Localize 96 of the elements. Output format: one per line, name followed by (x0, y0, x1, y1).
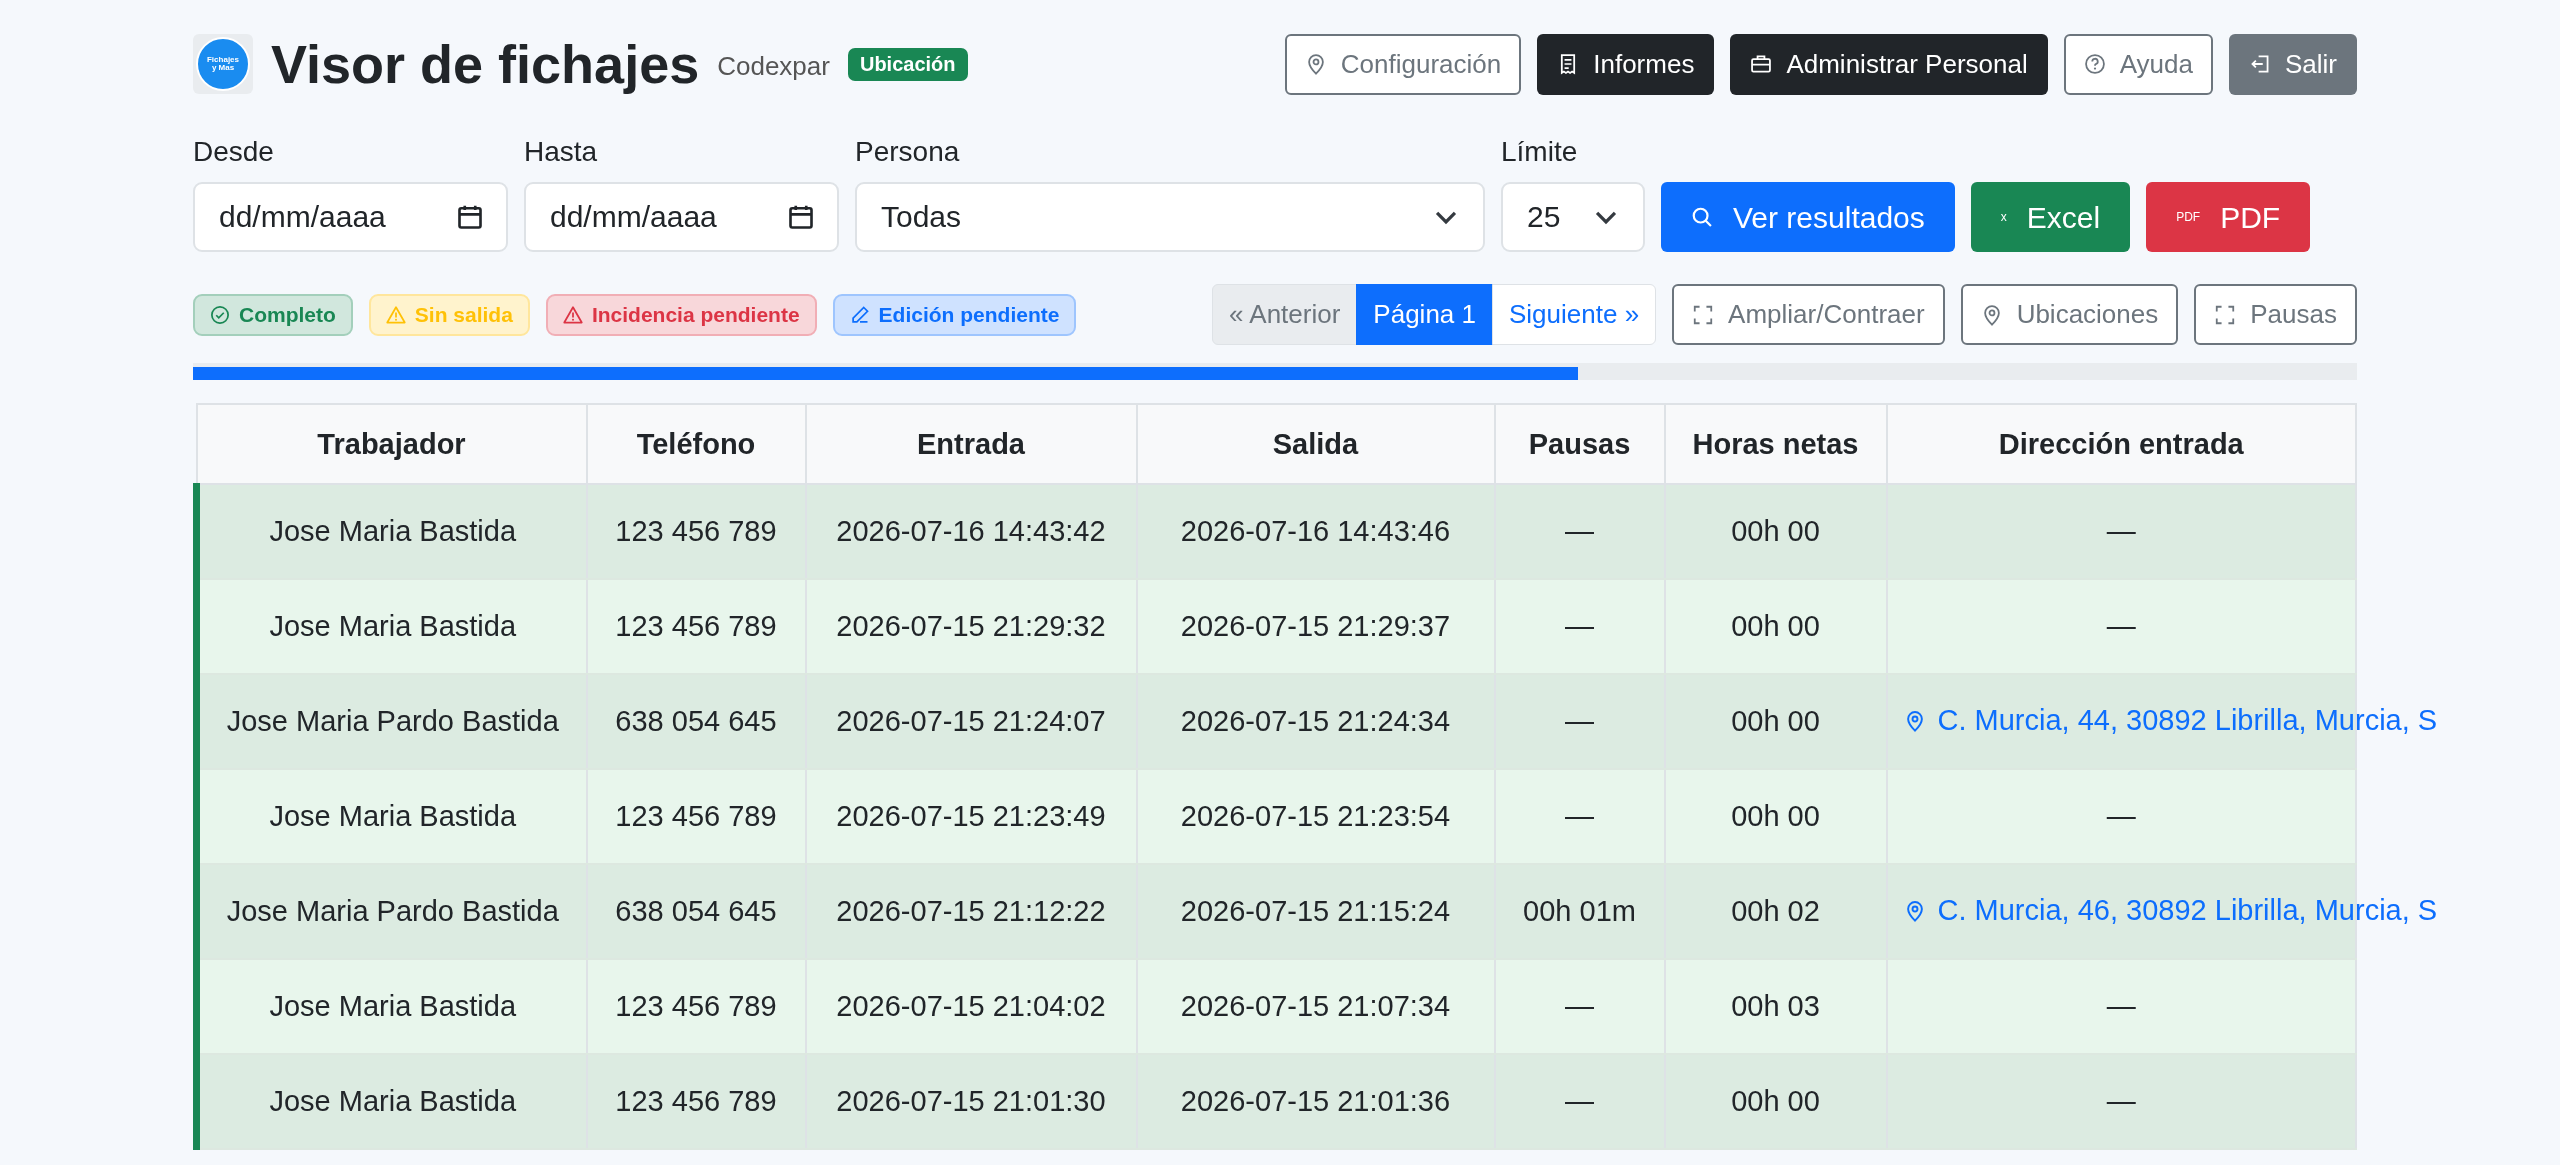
status-legend-badge: Incidencia pendiente (545, 293, 817, 336)
entry-time: 2026-07-15 21:29:32 (805, 579, 1137, 674)
phone-number: 123 456 789 (586, 1054, 806, 1149)
entry-time: 2026-07-15 21:04:02 (805, 959, 1137, 1054)
warning-icon (562, 304, 583, 325)
field-label: Hasta (524, 136, 599, 168)
net-hours: 00h 02 (1664, 864, 1887, 959)
column-header: Entrada (805, 404, 1137, 484)
location-badge: Ubicación (847, 47, 968, 81)
entry-time: 2026-07-15 21:24:07 (805, 674, 1137, 769)
calendar-icon[interactable] (456, 203, 484, 231)
person-select[interactable]: Todas (855, 182, 1485, 252)
field-label: Desde (193, 136, 275, 168)
entry-time: 2026-07-15 21:01:30 (805, 1054, 1137, 1149)
status-legend-badge: Completo (193, 293, 353, 336)
worker-name: Jose Maria Bastida (196, 769, 587, 864)
pencil-icon (849, 304, 870, 325)
pause-duration: — (1494, 1054, 1665, 1149)
nav-button[interactable]: Administrar Personal (1730, 33, 2048, 95)
check-circle-icon (210, 304, 230, 325)
entry-time: 2026-07-15 21:23:49 (805, 769, 1137, 864)
search-icon (1691, 206, 1713, 228)
tool-button[interactable]: Ubicaciones (1960, 284, 2179, 345)
exit-time: 2026-07-15 21:29:37 (1136, 579, 1495, 674)
action-button[interactable]: x Excel (1970, 182, 2131, 252)
date-field[interactable]: dd/mm/aaaa (524, 182, 839, 252)
briefcase-icon (1750, 53, 1773, 75)
worker-name: Jose Maria Bastida (196, 579, 587, 674)
entry-time: 2026-07-16 14:43:42 (805, 484, 1137, 579)
pause-duration: — (1494, 484, 1665, 579)
net-hours: 00h 00 (1664, 579, 1887, 674)
action-button[interactable]: PDF PDF (2146, 182, 2311, 252)
exit-time: 2026-07-15 21:01:36 (1136, 1054, 1495, 1149)
entry-address: — (1886, 959, 2356, 1054)
column-header: Salida (1136, 404, 1495, 484)
pause-duration: — (1494, 769, 1665, 864)
nav-button[interactable]: Configuración (1284, 33, 1522, 95)
worker-name: Jose Maria Pardo Bastida (196, 674, 587, 769)
net-hours: 00h 00 (1664, 769, 1887, 864)
exit-time: 2026-07-15 21:07:34 (1136, 959, 1495, 1054)
pause-duration: — (1494, 579, 1665, 674)
column-header: Dirección entrada (1886, 404, 2356, 484)
address-link[interactable]: C. Murcia, 46, 30892 Librilla, Murcia, S (1903, 894, 2438, 928)
action-button[interactable]: Ver resultados (1661, 182, 1955, 252)
entry-address: — (1886, 484, 2356, 579)
status-legend-badge: Sin salida (368, 293, 530, 336)
date-field[interactable]: dd/mm/aaaa (193, 182, 508, 252)
entry-address: — (1886, 579, 2356, 674)
exit-time: 2026-07-15 21:15:24 (1136, 864, 1495, 959)
logo-text: Fichajes y Mas (206, 56, 240, 72)
entry-time: 2026-07-15 21:12:22 (805, 864, 1137, 959)
exit-icon (2249, 53, 2271, 75)
limit-select[interactable]: 25 (1501, 182, 1645, 252)
company-name: Codexpar (717, 50, 830, 82)
nav-button[interactable]: Informes (1537, 33, 1715, 95)
exit-time: 2026-07-15 21:24:34 (1136, 674, 1495, 769)
phone-number: 123 456 789 (586, 484, 806, 579)
column-header: Trabajador (196, 404, 587, 484)
pause-duration: — (1494, 674, 1665, 769)
column-header: Teléfono (586, 404, 806, 484)
address-link[interactable]: C. Murcia, 44, 30892 Librilla, Murcia, S (1903, 704, 2438, 738)
phone-number: 638 054 645 (586, 674, 806, 769)
warning-icon (385, 304, 406, 325)
entry-address: — (1886, 1054, 2356, 1149)
status-legend-badge: Edición pendiente (832, 293, 1077, 336)
phone-number: 123 456 789 (586, 769, 806, 864)
pagination-button[interactable]: Siguiente » (1492, 284, 1657, 345)
expand-icon (2214, 303, 2237, 326)
net-hours: 00h 00 (1664, 674, 1887, 769)
worker-name: Jose Maria Bastida (196, 959, 587, 1054)
field-label: Persona (855, 136, 961, 168)
worker-name: Jose Maria Bastida (196, 1054, 587, 1149)
net-hours: 00h 03 (1664, 959, 1887, 1054)
calendar-icon[interactable] (787, 203, 815, 231)
phone-number: 123 456 789 (586, 579, 806, 674)
field-label: Límite (1501, 136, 1579, 168)
nav-button[interactable]: Ayuda (2063, 33, 2213, 95)
tool-button[interactable]: Pausas (2194, 284, 2357, 345)
column-header: Horas netas (1664, 404, 1887, 484)
expand-icon (1692, 303, 1715, 326)
entry-address: — (1886, 769, 2356, 864)
help-icon (2083, 53, 2106, 75)
worker-name: Jose Maria Pardo Bastida (196, 864, 587, 959)
exit-time: 2026-07-16 14:43:46 (1136, 484, 1495, 579)
nav-button[interactable]: Salir (2229, 33, 2357, 95)
column-header: Pausas (1494, 404, 1665, 484)
net-hours: 00h 00 (1664, 484, 1887, 579)
pause-duration: 00h 01m (1494, 864, 1665, 959)
phone-number: 638 054 645 (586, 864, 806, 959)
worker-name: Jose Maria Bastida (196, 484, 587, 579)
exit-time: 2026-07-15 21:23:54 (1136, 769, 1495, 864)
net-hours: 00h 00 (1664, 1054, 1887, 1149)
phone-number: 123 456 789 (586, 959, 806, 1054)
pause-duration: — (1494, 959, 1665, 1054)
pagination-button[interactable]: Página 1 (1356, 284, 1493, 345)
tool-button[interactable]: Ampliar/Contraer (1672, 284, 1945, 345)
